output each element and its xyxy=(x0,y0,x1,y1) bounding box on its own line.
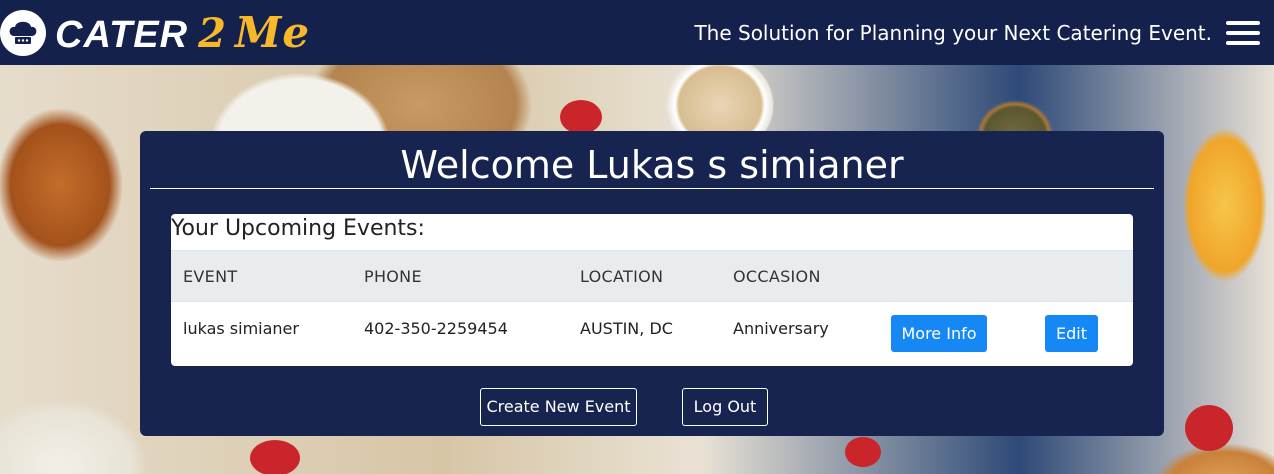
brand-me: Me xyxy=(234,8,311,57)
top-navbar: CATER 2 Me The Solution for Planning your … xyxy=(0,0,1274,65)
log-out-button[interactable]: Log Out xyxy=(682,388,768,426)
strawberry-decoration xyxy=(845,437,881,467)
create-new-event-button[interactable]: Create New Event xyxy=(480,388,637,426)
chef-hat-icon xyxy=(0,9,46,56)
column-header-event: EVENT xyxy=(183,267,238,286)
phone-cell: 402-350-2259454 xyxy=(364,319,508,338)
table-row: lukas simianer 402-350-2259454 AUSTIN, D… xyxy=(171,302,1133,366)
upcoming-events-card: Your Upcoming Events: EVENT PHONE LOCATI… xyxy=(171,214,1133,366)
column-header-occasion: OCCASION xyxy=(733,267,821,286)
strawberry-decoration xyxy=(1185,405,1233,451)
more-info-button[interactable]: More Info xyxy=(891,315,987,352)
page-title: Welcome Lukas s simianer xyxy=(150,141,1154,189)
edit-event-button[interactable]: Edit xyxy=(1045,315,1098,352)
brand-logo[interactable]: CATER 2 Me xyxy=(0,0,310,65)
brand-two: 2 xyxy=(198,10,227,57)
strawberry-decoration xyxy=(560,100,602,134)
hamburger-menu-icon[interactable] xyxy=(1226,20,1260,45)
column-header-location: LOCATION xyxy=(580,267,664,286)
brand-name: CATER 2 Me xyxy=(55,8,310,57)
tagline: The Solution for Planning your Next Cate… xyxy=(694,20,1212,45)
table-header: EVENT PHONE LOCATION OCCASION xyxy=(171,250,1133,302)
events-card-title: Your Upcoming Events: xyxy=(171,216,425,241)
header-right: The Solution for Planning your Next Cate… xyxy=(694,0,1274,65)
event-name-cell: lukas simianer xyxy=(183,319,299,338)
dashboard-panel: Welcome Lukas s simianer Your Upcoming E… xyxy=(140,131,1164,436)
column-header-phone: PHONE xyxy=(364,267,422,286)
brand-main: CATER xyxy=(55,14,189,56)
strawberry-decoration xyxy=(250,440,300,474)
occasion-cell: Anniversary xyxy=(733,319,829,338)
location-cell: AUSTIN, DC xyxy=(580,319,673,338)
